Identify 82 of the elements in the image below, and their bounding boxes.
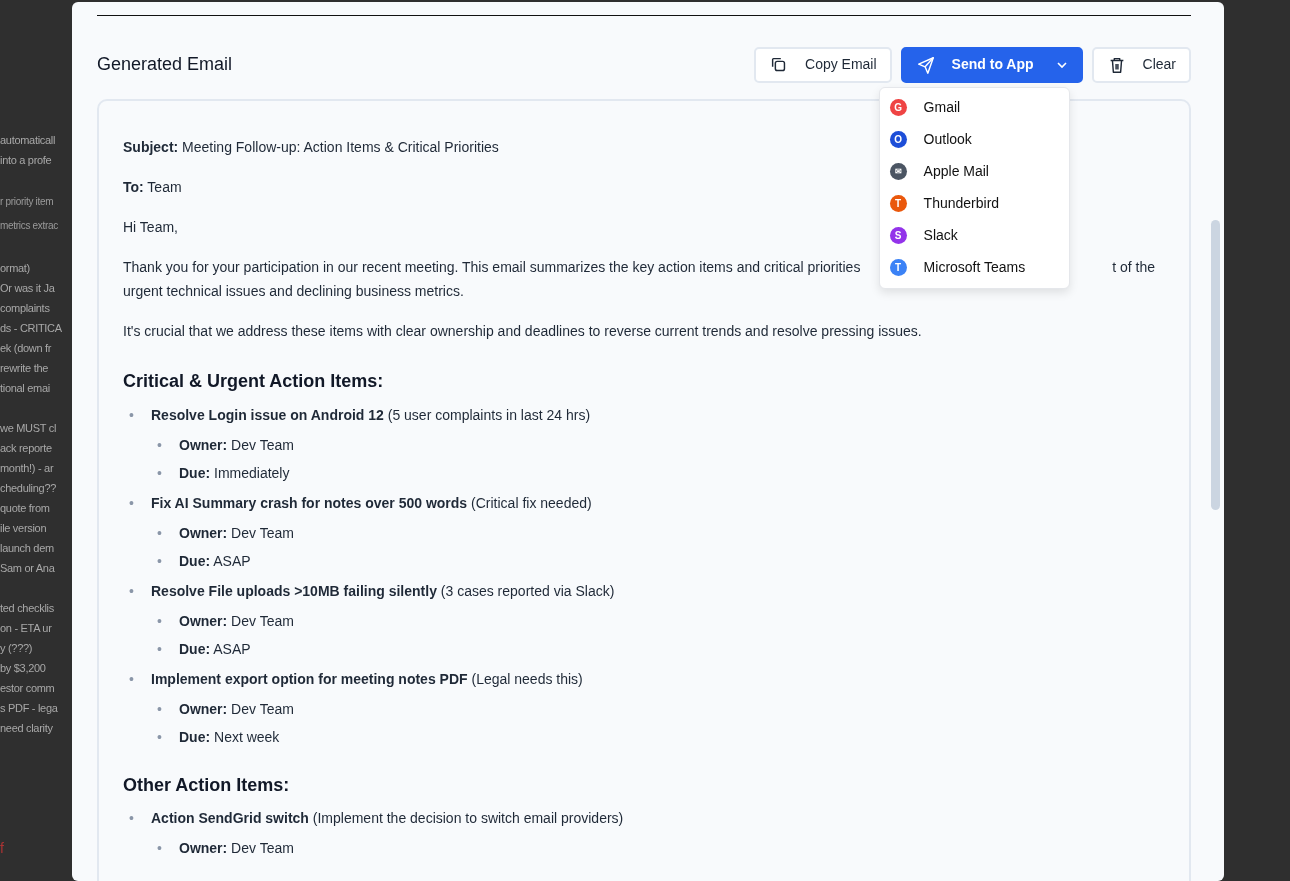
app-icon: S: [889, 227, 907, 244]
bullet: •: [129, 493, 135, 513]
action-item: Fix AI Summary crash for notes over 500 words (Critical fix needed): [151, 494, 592, 511]
email-text: urgent technical issues and declining business metrics.: [123, 282, 464, 301]
action-item: Resolve Login issue on Android 12 (5 user complaints in last 24 hrs): [151, 406, 591, 423]
paper-plane-icon: [915, 54, 936, 75]
bullet: •: [129, 809, 135, 829]
item-detail: Owner: Dev Team: [179, 612, 294, 629]
background-text: s PDF - lega: [0, 702, 58, 714]
email-text: It's crucial that we address these items with clear ownership and deadlines to reverse current trends and resolve pressing issues.: [123, 322, 922, 341]
menu-item[interactable]: T Thunderbird: [879, 187, 1069, 220]
email-text: Thank you for your participation in our recent meeting. This email summarizes the key action items and critical priorities: [123, 258, 861, 277]
background-text: Sam or Ana: [0, 562, 55, 574]
background-text: automaticall: [0, 134, 56, 146]
menu-item[interactable]: S Slack: [879, 219, 1069, 252]
background-text: ile version: [0, 522, 47, 534]
copy-button[interactable]: Copy Email: [754, 46, 892, 83]
menu-item[interactable]: O Outlook: [879, 123, 1069, 156]
item-detail: Owner: Dev Team: [179, 700, 294, 717]
action-item: Action SendGrid switch (Implement the decision to switch email providers): [151, 810, 624, 827]
clear-button[interactable]: Clear: [1091, 46, 1191, 83]
app-icon: T: [889, 259, 907, 276]
background-text: launch dem: [0, 542, 54, 554]
bullet: •: [157, 699, 163, 719]
bullet: •: [157, 727, 163, 747]
send-button[interactable]: Send to App: [900, 46, 1083, 83]
app-icon: O: [889, 131, 907, 148]
menu-item[interactable]: ✉ Apple Mail: [879, 155, 1069, 188]
bullet: •: [129, 405, 135, 425]
bullet: •: [157, 463, 163, 483]
menu-item[interactable]: G Gmail: [879, 91, 1069, 124]
background-text: ormat): [0, 262, 30, 274]
background-text: on - ETA ur: [0, 622, 52, 634]
background-text: ack reporte: [0, 442, 52, 454]
background-text: Or was it Ja: [0, 282, 55, 294]
bullet: •: [129, 669, 135, 689]
email-text: t of the: [1112, 258, 1156, 277]
item-detail: Due: ASAP: [179, 640, 251, 657]
bullet: •: [157, 639, 163, 659]
background-text: complaints: [0, 302, 50, 314]
email-text: Hi Team,: [123, 218, 178, 237]
dialog-title: Generated Email: [97, 53, 233, 76]
section-heading: Critical & Urgent Action Items:: [123, 371, 385, 393]
item-detail: Owner: Dev Team: [179, 436, 294, 453]
background-text: r priority item: [0, 196, 54, 207]
background-text: tional emai: [0, 382, 50, 394]
item-detail: Owner: Dev Team: [179, 840, 294, 857]
app-icon: T: [889, 195, 907, 212]
background-text: metrics extrac: [0, 220, 59, 231]
background-text: f: [0, 839, 4, 858]
bullet: •: [157, 839, 163, 859]
background-text: y (???): [0, 642, 33, 654]
background-text: month!) - ar: [0, 462, 54, 474]
item-detail: Owner: Dev Team: [179, 524, 294, 541]
background-text: by $3,200: [0, 662, 46, 674]
bullet: •: [157, 523, 163, 543]
email-text: To: Team: [123, 178, 182, 197]
background-text: ek (down fr: [0, 342, 52, 354]
background-text: estor comm: [0, 682, 55, 694]
action-item: Resolve File uploads >10MB failing silently (3 cases reported via Slack): [151, 582, 615, 599]
email-text: Subject: Meeting Follow-up: Action Items & Critical Priorities: [123, 138, 499, 157]
background-text: ds - CRITICA: [0, 322, 62, 334]
scrollbar[interactable]: [1211, 220, 1220, 510]
background-text: into a profe: [0, 154, 52, 166]
background-text: ted checklis: [0, 602, 54, 614]
item-detail: Due: Immediately: [179, 464, 290, 481]
background-text: cheduling??: [0, 482, 57, 494]
background-text: need clarity: [0, 722, 53, 734]
background-text: quote from: [0, 502, 50, 514]
background-text: rewrite the: [0, 362, 49, 374]
item-detail: Due: Next week: [179, 728, 280, 745]
bullet: •: [157, 611, 163, 631]
menu-item[interactable]: T Microsoft Teams: [879, 251, 1069, 284]
app-icon: ✉: [889, 163, 907, 180]
bullet: •: [129, 581, 135, 601]
bullet: •: [157, 551, 163, 571]
background-text: we MUST cl: [0, 422, 57, 434]
action-item: Implement export option for meeting notes PDF (Legal needs this): [151, 670, 583, 687]
item-detail: Due: ASAP: [179, 552, 251, 569]
bullet: •: [157, 435, 163, 455]
app-icon: G: [889, 99, 907, 116]
section-heading: Other Action Items:: [123, 774, 291, 797]
